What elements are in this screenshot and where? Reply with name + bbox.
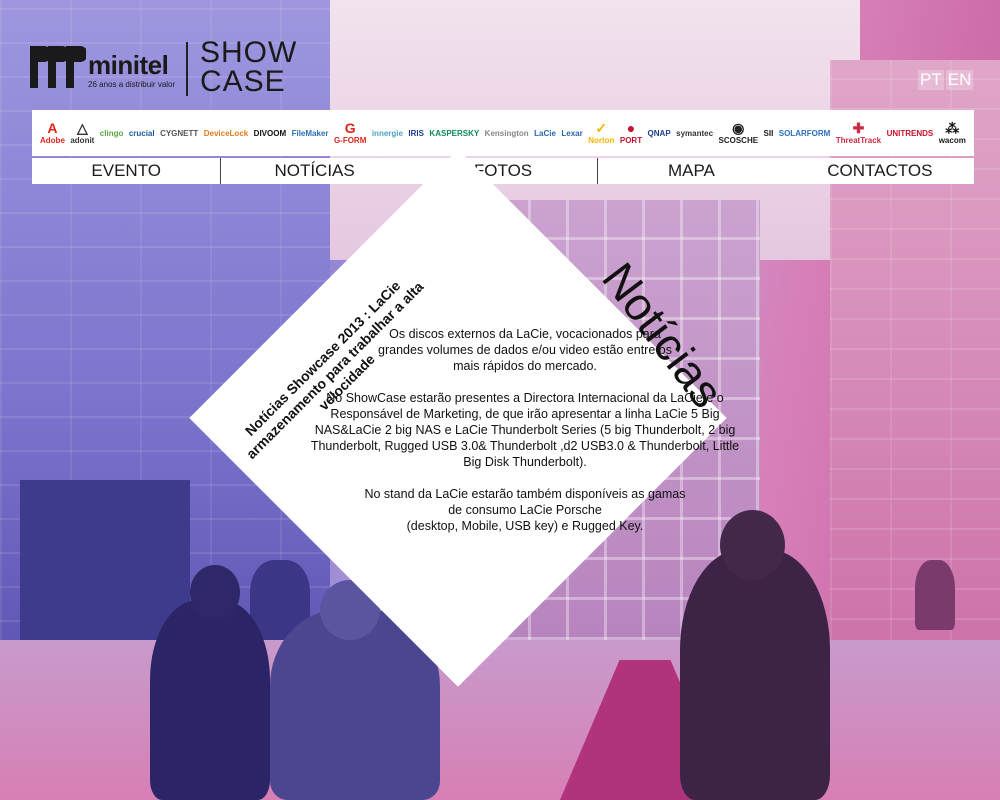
brand-logo-label: SII — [763, 128, 774, 138]
brand-logo-label: CYGNETT — [160, 128, 199, 138]
brand-logo-label: DIVOOM — [253, 128, 287, 138]
logo-divider — [186, 42, 188, 96]
lang-pt-button[interactable]: PT — [918, 70, 944, 90]
partner-brands-strip: A Adobe △ adonit clingo crucial CYGNETT DeviceL… — [32, 110, 974, 156]
brand-logo-adonit[interactable]: △ adonit — [70, 121, 94, 145]
brand-logo-crucial[interactable]: crucial — [129, 129, 155, 138]
showcase-line1: SHOW — [200, 36, 298, 69]
brand-logo-label: SCOSCHE — [718, 136, 759, 145]
brand-name: minitel — [88, 50, 169, 80]
news-paragraph: No ShowCase estarão presentes a Director… — [310, 391, 740, 469]
main-nav: EVENTO NOTÍCIAS FOTOS MAPA CONTACTOS — [32, 158, 974, 184]
brand-logo-label: clingo — [99, 128, 124, 138]
minitel-logo-icon — [30, 46, 86, 88]
news-line: (desktop, Mobile, USB key) e Rugged Key. — [406, 519, 644, 533]
brand-logo-label: Lexar — [561, 128, 583, 138]
brand-logo-label: Kensington — [484, 128, 529, 138]
brand-logo-wacom[interactable]: ⁂ wacom — [939, 121, 966, 145]
brand-logo-icon: G — [344, 120, 356, 136]
brand-logo-label: symantec — [676, 128, 714, 138]
brand-logo-label: PORT — [619, 136, 643, 145]
brand-logo-sii[interactable]: SII — [764, 129, 774, 138]
brand-logo-adobe[interactable]: A Adobe — [40, 121, 65, 145]
brand-logo-label: Adobe — [40, 136, 65, 145]
brand-logo-label: QNAP — [647, 128, 671, 138]
brand-logo-unitrends[interactable]: UNITRENDS — [887, 129, 934, 138]
brand-logo-lacie[interactable]: LaCie — [534, 129, 556, 138]
brand-logo-cygnett[interactable]: CYGNETT — [160, 129, 198, 138]
nav-contactos[interactable]: CONTACTOS — [786, 158, 974, 184]
brand-logo-label: LaCie — [534, 128, 556, 138]
news-body: Os discos externos da LaCie, vocacionado… — [300, 326, 750, 550]
brand-logo-label: KASPERSKY — [429, 128, 480, 138]
news-paragraph: Os discos externos da LaCie, vocacionado… — [378, 327, 672, 373]
brand-logo-label: adonit — [70, 136, 95, 145]
person-silhouette — [680, 550, 830, 800]
brand-logo-icon: A — [47, 120, 58, 136]
news-line: No stand da LaCie estarão também disponí… — [364, 487, 686, 501]
brand-logo-label: DeviceLock — [203, 128, 249, 138]
brand-logo-lexar[interactable]: Lexar — [561, 129, 582, 138]
brand-logo-label: G-FORM — [333, 136, 367, 145]
brand-logo-filemaker[interactable]: FileMaker — [292, 129, 329, 138]
brand-logo-label: IRIS — [408, 128, 424, 138]
brand-logo-divoom[interactable]: DIVOOM — [254, 129, 286, 138]
brand-logo-icon: ● — [626, 120, 636, 136]
language-switcher: PT EN — [918, 70, 974, 90]
brand-logo-label: crucial — [128, 128, 155, 138]
showcase-line2: CASE — [200, 65, 286, 98]
brand-logo-symantec[interactable]: symantec — [676, 129, 713, 138]
brand-logo-scosche[interactable]: ◉ SCOSCHE — [719, 121, 759, 145]
brand-logo-icon: △ — [76, 120, 88, 136]
brand-logo-label: FileMaker — [291, 128, 329, 138]
news-line: de consumo LaCie Porsche — [448, 503, 602, 517]
brand-logo-icon: ⁂ — [945, 120, 960, 136]
news-paragraph: No stand da LaCie estarão também disponí… — [300, 486, 750, 534]
brand-logo-icon: ✓ — [595, 120, 608, 136]
brand-logo-threattrack[interactable]: ✚ ThreatTrack — [836, 121, 881, 145]
brand-logo-label: wacom — [938, 136, 966, 145]
brand-logo-label: Norton — [588, 136, 615, 145]
brand-logo-iris[interactable]: IRIS — [408, 129, 424, 138]
brand-logo-clingo[interactable]: clingo — [100, 129, 124, 138]
brand-logo-label: innergie — [371, 128, 403, 138]
nav-mapa[interactable]: MAPA — [597, 158, 785, 184]
brand-logo-icon: ✚ — [852, 120, 865, 136]
brand-logo-kensington[interactable]: Kensington — [485, 129, 529, 138]
brand-logo-kaspersky[interactable]: KASPERSKY — [429, 129, 479, 138]
brand-logo-devicelock[interactable]: DeviceLock — [204, 129, 248, 138]
brand-logo-norton[interactable]: ✓ Norton — [588, 121, 614, 145]
lang-en-button[interactable]: EN — [945, 70, 974, 90]
brand-logo-innergie[interactable]: innergie — [372, 129, 403, 138]
brand-logo-port[interactable]: ● PORT — [620, 121, 642, 145]
brand-logo-label: UNITRENDS — [886, 128, 934, 138]
brand-logo-solarform[interactable]: SOLARFORM — [779, 129, 831, 138]
brand-logo-g-form[interactable]: G G-FORM — [334, 121, 366, 145]
nav-divider — [597, 158, 598, 184]
brand-logo-label: SOLARFORM — [778, 128, 831, 138]
nav-noticias[interactable]: NOTÍCIAS — [220, 158, 408, 184]
person-head — [190, 565, 240, 620]
brand-tagline: 26 anos a distribuir valor — [88, 80, 176, 89]
potted-tree — [915, 560, 955, 630]
brand-logo-qnap[interactable]: QNAP — [648, 129, 671, 138]
nav-evento[interactable]: EVENTO — [32, 158, 220, 184]
brand-logo-icon: ◉ — [732, 120, 745, 136]
showcase-logo: SHOW CASE — [200, 36, 298, 98]
brand-logo-label: ThreatTrack — [835, 136, 882, 145]
person-silhouette — [150, 600, 270, 800]
nav-divider — [220, 158, 221, 184]
